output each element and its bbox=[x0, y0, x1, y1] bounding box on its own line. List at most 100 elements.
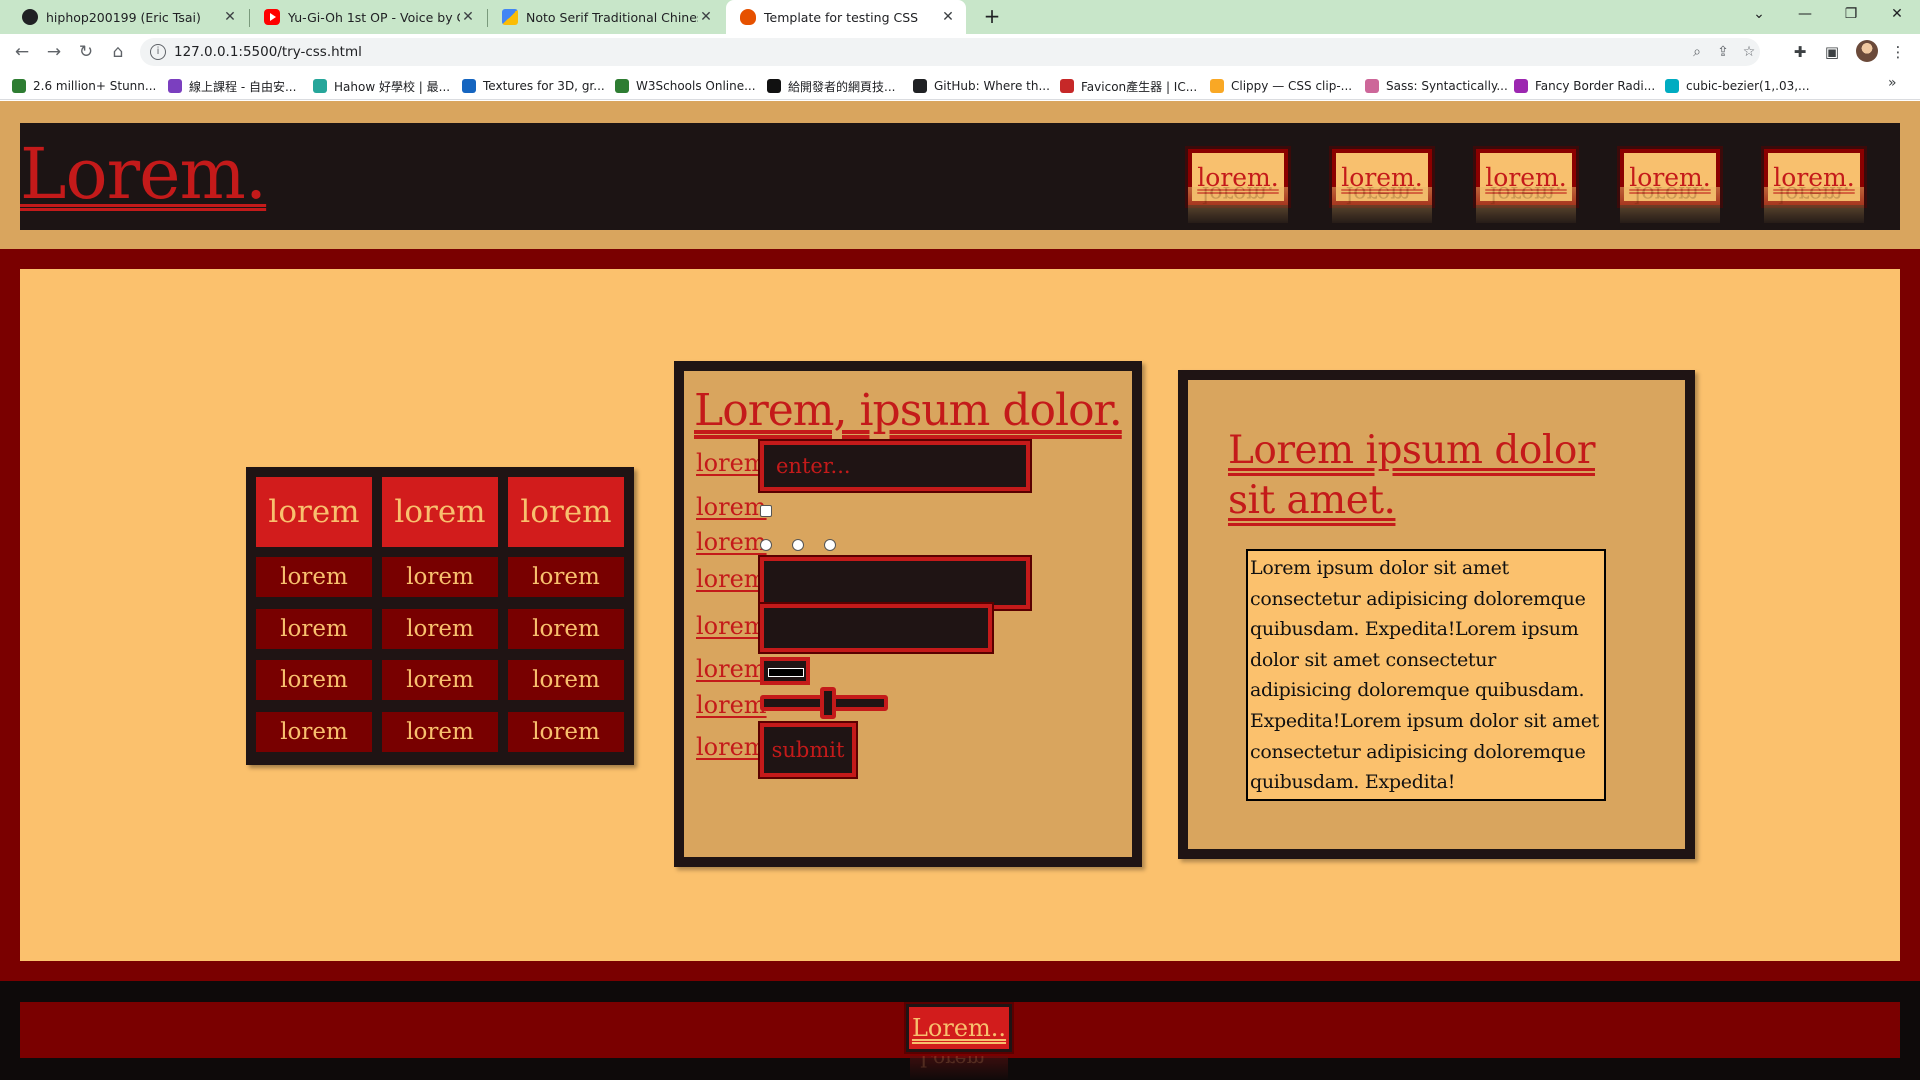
bookmark-label: GitHub: Where th... bbox=[934, 79, 1050, 93]
close-icon[interactable]: ✕ bbox=[940, 9, 956, 25]
url-text[interactable]: 127.0.0.1:5500/try-css.html bbox=[174, 44, 362, 60]
site-header: Lorem. lorem. lorem. lorem. lorem. lorem… bbox=[20, 123, 1900, 230]
avatar[interactable] bbox=[1856, 40, 1878, 62]
bookmark-label: cubic-bezier(1,.03,... bbox=[1686, 79, 1810, 93]
select-field[interactable] bbox=[760, 604, 992, 652]
table-cell: lorem bbox=[508, 660, 624, 700]
close-icon[interactable]: ✕ bbox=[460, 9, 476, 25]
form-label[interactable]: lorem bbox=[696, 733, 767, 761]
close-icon[interactable]: ✕ bbox=[222, 9, 238, 25]
tab-title: Yu-Gi-Oh 1st OP - Voice by Clo bbox=[288, 9, 460, 25]
tab-noto-serif[interactable]: Noto Serif Traditional Chinese - ✕ bbox=[488, 0, 724, 34]
bookmark-item[interactable]: 線上課程 - 自由安... bbox=[168, 77, 296, 95]
bookmark-item[interactable]: 給開發者的網頁技... bbox=[767, 77, 895, 95]
tab-github[interactable]: hiphop200199 (Eric Tsai) ✕ bbox=[8, 0, 248, 34]
address-bar[interactable]: i 127.0.0.1:5500/try-css.html ⌕ ⇪ ☆ bbox=[140, 38, 1760, 66]
site-logo[interactable]: Lorem. bbox=[20, 133, 267, 215]
nav-reflection: lorem. bbox=[1764, 187, 1864, 223]
share-icon[interactable]: ⇪ bbox=[1714, 43, 1732, 61]
tab-title: Template for testing CSS bbox=[764, 9, 919, 25]
radio-button[interactable] bbox=[760, 539, 772, 551]
nav-reflection-text: lorem. bbox=[1778, 187, 1850, 206]
text-input-2[interactable] bbox=[760, 557, 1030, 609]
table-cell: lorem bbox=[508, 609, 624, 649]
data-table: lorem lorem lorem lorem lorem lorem lore… bbox=[246, 467, 634, 765]
bookmark-label: Fancy Border Radi... bbox=[1535, 79, 1656, 93]
close-icon[interactable]: ✕ bbox=[698, 9, 714, 25]
footer-link[interactable]: Lorem.. bbox=[906, 1004, 1012, 1052]
bookmark-item[interactable]: Clippy — CSS clip-... bbox=[1210, 77, 1352, 95]
close-window-icon[interactable]: ✕ bbox=[1874, 0, 1920, 30]
bookmark-item[interactable]: 2.6 million+ Stunn... bbox=[12, 77, 156, 95]
radio-button[interactable] bbox=[824, 539, 836, 551]
table-cell: lorem bbox=[256, 660, 372, 700]
form-panel: Lorem, ipsum dolor. lorem enter... lorem… bbox=[674, 361, 1142, 867]
bookmark-item[interactable]: Sass: Syntactically... bbox=[1365, 77, 1508, 95]
nav-reflection: lorem. bbox=[1620, 187, 1720, 223]
table-header-cell: lorem bbox=[508, 477, 624, 547]
tab-youtube[interactable]: Yu-Gi-Oh 1st OP - Voice by Clo ✕ bbox=[250, 0, 486, 34]
tab-title: hiphop200199 (Eric Tsai) bbox=[46, 9, 201, 25]
restore-icon[interactable]: ❐ bbox=[1828, 0, 1874, 30]
reload-icon[interactable]: ↻ bbox=[72, 38, 100, 66]
bookmark-icon bbox=[1365, 79, 1379, 93]
form-label[interactable]: lorem bbox=[696, 528, 767, 556]
site-footer: Lorem.. Lorem.. bbox=[0, 981, 1920, 1080]
browser-toolbar: ← → ↻ ⌂ i 127.0.0.1:5500/try-css.html ⌕ … bbox=[0, 34, 1920, 70]
color-picker[interactable] bbox=[760, 657, 810, 685]
forward-icon[interactable]: → bbox=[40, 38, 68, 66]
bookmark-icon bbox=[462, 79, 476, 93]
minimize-icon[interactable]: — bbox=[1782, 0, 1828, 30]
range-slider-thumb[interactable] bbox=[820, 687, 836, 719]
table-cell: lorem bbox=[382, 660, 498, 700]
bookmark-label: 給開發者的網頁技... bbox=[788, 79, 896, 94]
radio-button[interactable] bbox=[792, 539, 804, 551]
menu-icon[interactable]: ⋮ bbox=[1888, 42, 1908, 62]
bookmark-star-icon[interactable]: ☆ bbox=[1740, 43, 1758, 61]
bookmark-item[interactable]: Textures for 3D, gr... bbox=[462, 77, 605, 95]
new-tab-button[interactable]: + bbox=[978, 4, 1006, 30]
side-panel-icon[interactable]: ▣ bbox=[1822, 42, 1842, 62]
bookmark-item[interactable]: cubic-bezier(1,.03,... bbox=[1665, 77, 1810, 95]
article-title[interactable]: Lorem ipsum dolor sit amet. bbox=[1228, 426, 1648, 526]
table-cell: lorem bbox=[256, 609, 372, 649]
bookmark-icon bbox=[1060, 79, 1074, 93]
form-label[interactable]: lorem bbox=[696, 565, 767, 593]
bookmark-item[interactable]: GitHub: Where th... bbox=[913, 77, 1050, 95]
checkbox[interactable] bbox=[760, 505, 772, 517]
bookmark-item[interactable]: W3Schools Online... bbox=[615, 77, 756, 95]
youtube-icon bbox=[264, 9, 280, 25]
home-icon[interactable]: ⌂ bbox=[104, 38, 132, 66]
submit-button[interactable]: submit bbox=[760, 723, 856, 777]
text-input[interactable]: enter... bbox=[760, 441, 1030, 491]
table-cell: lorem bbox=[382, 712, 498, 752]
bookmark-label: Clippy — CSS clip-... bbox=[1231, 79, 1353, 93]
tab-search-icon[interactable]: ⌄ bbox=[1736, 0, 1782, 30]
bookmark-label: 2.6 million+ Stunn... bbox=[33, 79, 157, 93]
bookmark-icon bbox=[1210, 79, 1224, 93]
table-cell: lorem bbox=[508, 557, 624, 597]
bookmark-icon bbox=[1665, 79, 1679, 93]
site-info-icon[interactable]: i bbox=[150, 44, 166, 60]
article-panel: Lorem ipsum dolor sit amet. Lorem ipsum … bbox=[1178, 370, 1695, 859]
form-title[interactable]: Lorem, ipsum dolor. bbox=[694, 385, 1123, 436]
form-label[interactable]: lorem bbox=[696, 655, 767, 683]
form-label[interactable]: lorem bbox=[696, 449, 767, 477]
form-label[interactable]: lorem bbox=[696, 612, 767, 640]
main-frame: lorem lorem lorem lorem lorem lorem lore… bbox=[0, 249, 1920, 981]
tab-active-template[interactable]: Template for testing CSS ✕ bbox=[726, 0, 966, 34]
bookmark-item[interactable]: Favicon產生器 | IC... bbox=[1060, 77, 1197, 95]
table-cell: lorem bbox=[508, 712, 624, 752]
form-label[interactable]: lorem bbox=[696, 691, 767, 719]
extensions-icon[interactable]: ✚ bbox=[1790, 42, 1810, 62]
more-bookmarks-icon[interactable]: » bbox=[1888, 75, 1897, 91]
bookmark-label: Favicon產生器 | IC... bbox=[1081, 79, 1198, 94]
back-icon[interactable]: ← bbox=[8, 38, 36, 66]
form-label[interactable]: lorem bbox=[696, 493, 767, 521]
table-cell: lorem bbox=[256, 557, 372, 597]
bookmark-item[interactable]: Hahow 好學校 | 最... bbox=[313, 77, 450, 95]
bookmark-item[interactable]: Fancy Border Radi... bbox=[1514, 77, 1655, 95]
range-slider[interactable] bbox=[760, 687, 888, 719]
zoom-icon[interactable]: ⌕ bbox=[1688, 43, 1706, 61]
bookmark-icon bbox=[767, 79, 781, 93]
